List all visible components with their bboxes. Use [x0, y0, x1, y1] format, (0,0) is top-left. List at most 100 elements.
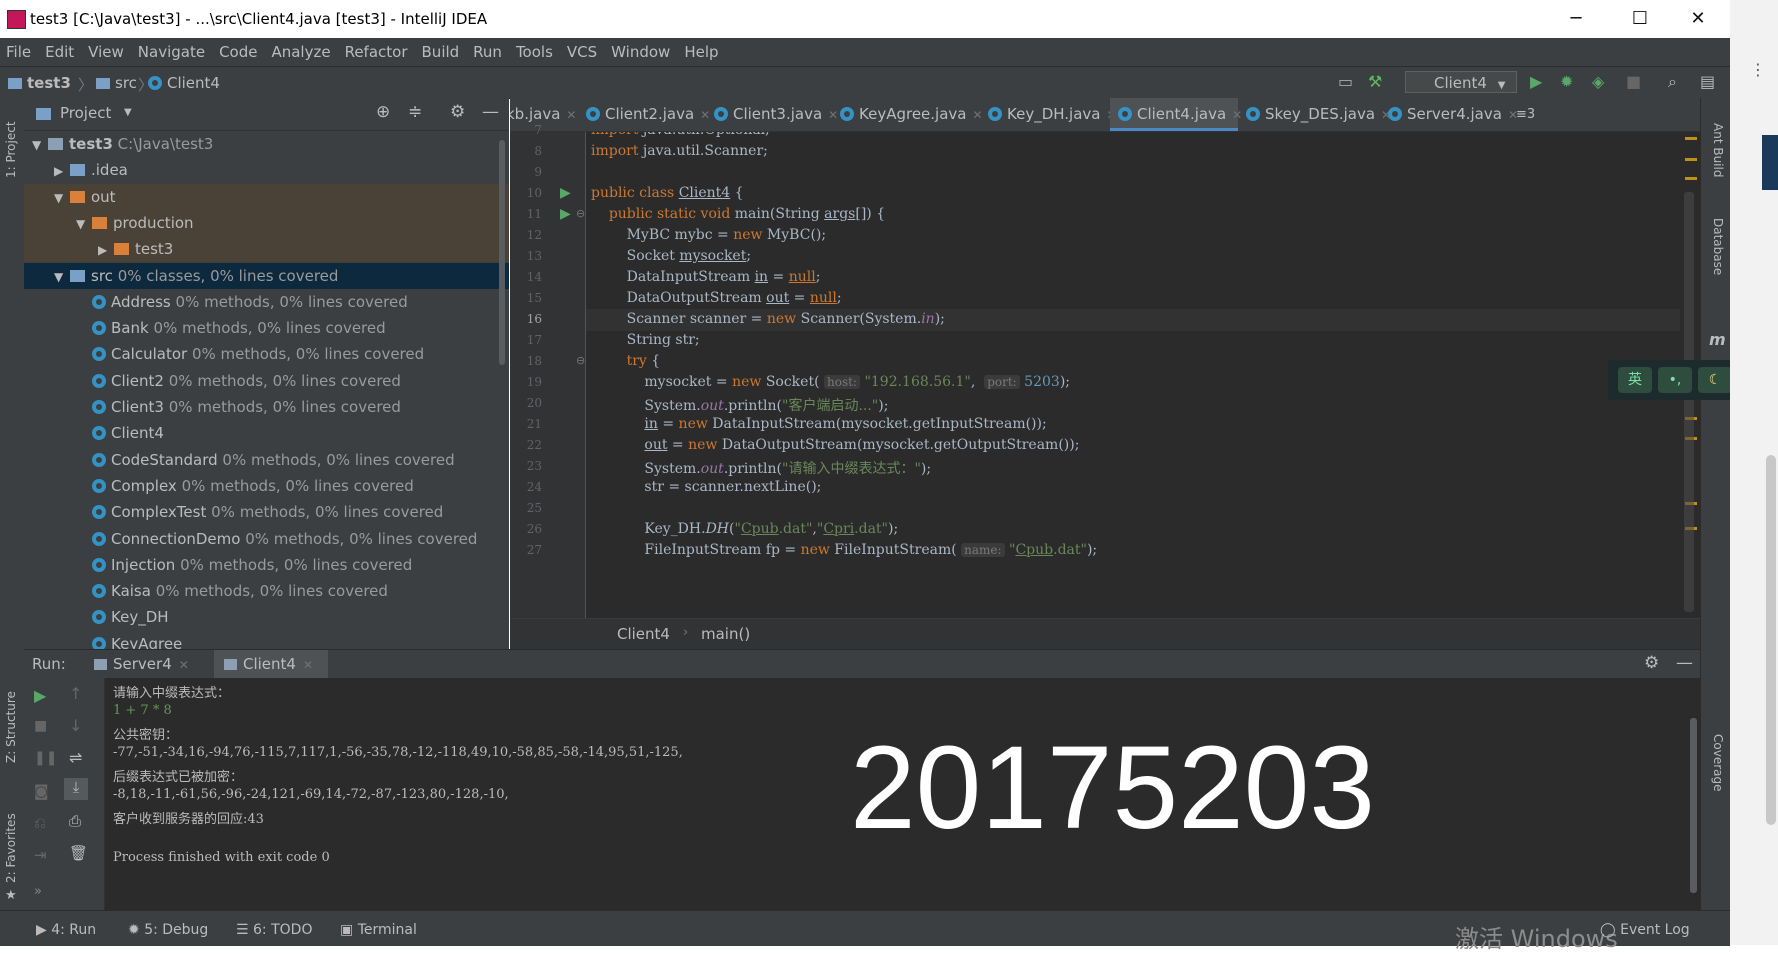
camera-icon[interactable]: ◙	[34, 782, 49, 800]
build-hammer-icon[interactable]: ⚒	[1368, 72, 1382, 91]
fold-icon[interactable]: ⊖	[576, 207, 585, 220]
database-tool-window-button[interactable]: Database	[1711, 218, 1725, 275]
soft-wrap-icon[interactable]: ⇌	[69, 748, 82, 767]
hide-panel-icon[interactable]: —	[1676, 653, 1693, 673]
menu-code[interactable]: Code	[213, 38, 265, 61]
expanded-arrow-icon[interactable]: ▼	[54, 264, 70, 290]
up-arrow-icon[interactable]: ↑	[69, 684, 82, 703]
desktop-scrollbar[interactable]	[1766, 455, 1776, 825]
project-view-selector[interactable]: Project	[60, 104, 111, 122]
run-gutter-icon[interactable]: ▶	[560, 185, 571, 201]
coverage-tool-window-button[interactable]: Coverage	[1711, 734, 1725, 792]
editor-tab[interactable]: Client3.java ✕	[706, 98, 838, 131]
structure-tool-window-button[interactable]: Z: Structure	[4, 691, 18, 763]
menu-run[interactable]: Run	[467, 38, 510, 61]
menu-build[interactable]: Build	[416, 38, 468, 61]
expanded-arrow-icon[interactable]: ▼	[32, 132, 48, 158]
tool-windows-icon[interactable]: ▤	[1700, 72, 1715, 91]
breadcrumb-file[interactable]: Client4	[148, 74, 220, 92]
menu-window[interactable]: Window	[605, 38, 678, 61]
tree-item[interactable]: ▼ src 0% classes, 0% lines covered	[24, 262, 509, 290]
close-tab-icon[interactable]: ✕	[566, 108, 576, 122]
code-breadcrumb-class[interactable]: Client4	[617, 625, 670, 643]
editor-tab[interactable]: Skey_DES.java ✕	[1238, 98, 1391, 131]
project-structure-icon[interactable]: ▭	[1338, 72, 1353, 91]
expand-more-icon[interactable]: »	[34, 884, 42, 899]
run-gutter-icon[interactable]: ▶	[560, 206, 571, 222]
tree-item[interactable]: Bank 0% methods, 0% lines covered	[24, 315, 509, 341]
run-tool-button[interactable]: ▶ 4: Run	[36, 922, 96, 938]
tree-item[interactable]: Injection 0% methods, 0% lines covered	[24, 552, 509, 578]
tree-item[interactable]: Client3 0% methods, 0% lines covered	[24, 394, 509, 420]
menu-tools[interactable]: Tools	[510, 38, 561, 61]
fold-icon[interactable]: ⊖	[576, 354, 585, 367]
trash-icon[interactable]: 🗑	[69, 844, 88, 862]
breadcrumb-project[interactable]: test3	[8, 74, 71, 92]
maven-tool-window-button[interactable]: m	[1709, 330, 1726, 349]
maximize-button[interactable]: ☐	[1614, 4, 1666, 34]
tree-item[interactable]: ▼ test3 C:\Java\test3	[24, 131, 509, 157]
tree-item[interactable]: KeyAgree	[24, 631, 509, 649]
stop-icon[interactable]: ■	[34, 718, 47, 734]
collapsed-arrow-icon[interactable]: ▶	[54, 158, 70, 184]
overlay-punctuation-icon[interactable]: •,	[1658, 367, 1692, 393]
gear-icon[interactable]: ⚙	[1644, 653, 1659, 673]
stop-icon[interactable]: ■	[1626, 72, 1641, 91]
restore-layout-icon[interactable]: ⎌	[34, 814, 46, 832]
ant-build-tool-window-button[interactable]: Ant Build	[1711, 123, 1725, 177]
run-tab-client4[interactable]: Client4 ✕	[214, 650, 328, 678]
run-console[interactable]: 20175203 请输入中缀表达式： 1 + 7 * 8 公共密钥： -77,-51,…	[105, 678, 1700, 910]
tree-item[interactable]: Key_DH	[24, 604, 509, 630]
exit-icon[interactable]: ⇥	[34, 846, 47, 864]
menu-view[interactable]: View	[82, 38, 132, 61]
run-configuration-select[interactable]: Client4 ▼	[1405, 71, 1517, 93]
debug-tool-button[interactable]: ✹ 5: Debug	[128, 922, 208, 938]
tree-item[interactable]: ▶ .idea	[24, 157, 509, 183]
tree-item[interactable]: Calculator 0% methods, 0% lines covered	[24, 341, 509, 367]
event-log-button[interactable]: ◯ Event Log	[1600, 922, 1690, 938]
tree-item[interactable]: Kaisa 0% methods, 0% lines covered	[24, 578, 509, 604]
editor-tab[interactable]: Client4.java ✕	[1110, 98, 1242, 131]
menu-edit[interactable]: Edit	[39, 38, 82, 61]
down-arrow-icon[interactable]: ↓	[69, 716, 82, 735]
menu-file[interactable]: File	[0, 38, 39, 61]
overlay-chinese-input-icon[interactable]: 英	[1618, 367, 1652, 393]
code-editor[interactable]: import java.util.Optional; import java.ut…	[586, 132, 1700, 618]
more-options-icon[interactable]: ⋮	[1750, 60, 1766, 79]
tree-item[interactable]: ▼ production	[24, 209, 509, 237]
expanded-arrow-icon[interactable]: ▼	[54, 185, 70, 211]
close-tab-icon[interactable]: ✕	[179, 658, 189, 672]
pause-icon[interactable]: ❚❚	[34, 750, 57, 766]
run-icon[interactable]: ▶	[1530, 72, 1542, 91]
print-icon[interactable]: ⎙	[69, 812, 81, 830]
menu-refactor[interactable]: Refactor	[339, 38, 416, 61]
favorites-tool-window-button[interactable]: 2: Favorites	[4, 813, 18, 883]
chevron-down-icon[interactable]: ▼	[124, 107, 132, 118]
menu-navigate[interactable]: Navigate	[132, 38, 213, 61]
scroll-to-end-icon[interactable]: ⤓	[64, 778, 88, 800]
tree-item[interactable]: Client4	[24, 420, 509, 446]
tree-item[interactable]: CodeStandard 0% methods, 0% lines covere…	[24, 447, 509, 473]
run-with-coverage-icon[interactable]: ◈	[1592, 72, 1604, 91]
menu-vcs[interactable]: VCS	[561, 38, 605, 61]
close-tab-icon[interactable]: ✕	[303, 658, 313, 672]
breadcrumb-src[interactable]: src	[96, 74, 137, 92]
menu-help[interactable]: Help	[678, 38, 726, 61]
minimize-button[interactable]: ─	[1550, 4, 1602, 34]
collapsed-arrow-icon[interactable]: ▶	[98, 237, 114, 263]
editor-scrollbar[interactable]	[1684, 192, 1694, 612]
project-tool-window-button[interactable]: 1: Project	[4, 121, 18, 178]
locate-target-icon[interactable]: ⊕	[376, 102, 390, 122]
tree-item[interactable]: ▼ out	[24, 183, 509, 211]
editor-tab[interactable]: Key_DH.java✕	[980, 98, 1117, 131]
tree-item[interactable]: ▶ test3	[24, 236, 509, 263]
tree-item[interactable]: Client2 0% methods, 0% lines covered	[24, 368, 509, 394]
hide-panel-icon[interactable]: —	[482, 102, 499, 122]
expanded-arrow-icon[interactable]: ▼	[76, 211, 92, 237]
collapse-all-icon[interactable]: ≑	[408, 102, 422, 122]
search-icon[interactable]: ⌕	[1668, 72, 1677, 92]
editor-tab[interactable]: KeyAgree.java ✕	[832, 98, 983, 131]
todo-tool-button[interactable]: ☰ 6: TODO	[236, 922, 312, 938]
tree-item[interactable]: ComplexTest 0% methods, 0% lines covered	[24, 499, 509, 525]
editor-tab[interactable]: Server4.java ✕	[1380, 98, 1518, 131]
